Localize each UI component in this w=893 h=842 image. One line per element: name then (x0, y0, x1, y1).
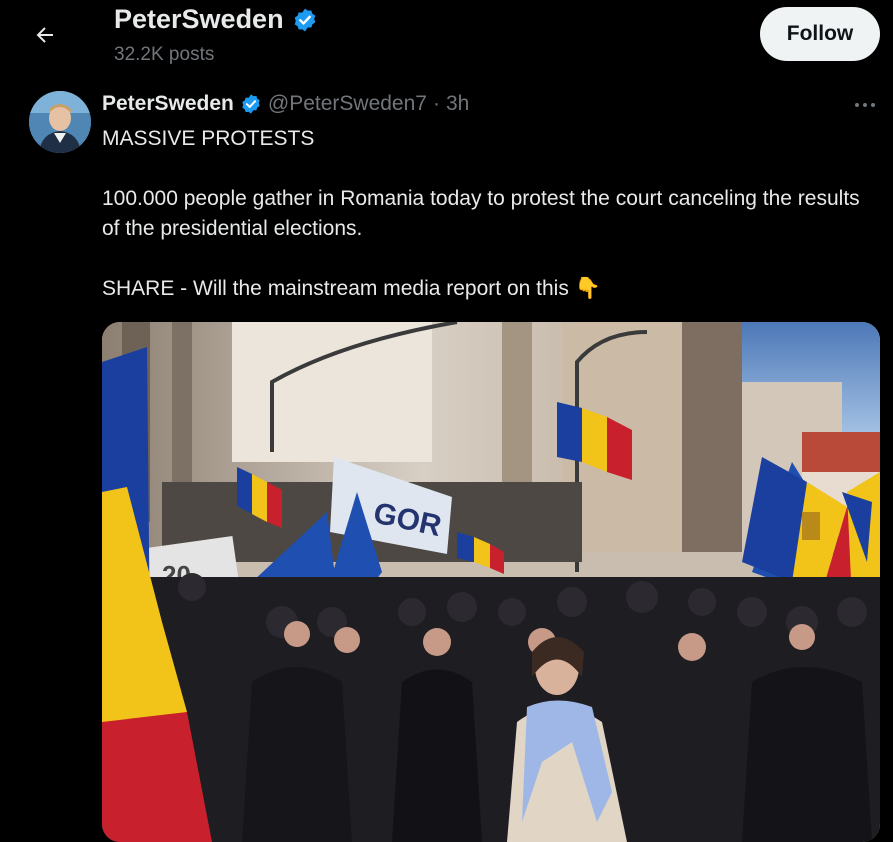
author-name[interactable]: PeterSweden (102, 92, 234, 116)
profile-header: PeterSweden 32.2K posts Follow (0, 0, 893, 78)
page-title: PeterSweden (114, 4, 284, 34)
avatar[interactable] (29, 91, 91, 153)
post-line-share-text: SHARE - Will the mainstream media report… (102, 277, 569, 300)
author-handle[interactable]: @PeterSweden7 (268, 92, 427, 116)
post-line-body: 100.000 people gather in Romania today t… (102, 187, 860, 240)
follow-button[interactable]: Follow (760, 7, 880, 61)
back-button[interactable] (24, 14, 66, 56)
verified-badge-icon (294, 8, 315, 31)
more-horizontal-icon (855, 103, 875, 107)
post-video[interactable]: GOR 20 (102, 322, 880, 842)
header-title-row: PeterSweden (114, 4, 318, 35)
verified-badge-icon (242, 94, 260, 114)
post-line-share: SHARE - Will the mainstream media report… (102, 274, 882, 304)
separator-dot: · (432, 92, 440, 115)
post-body: MASSIVE PROTESTS 100.000 people gather i… (102, 124, 882, 304)
protest-scene: GOR 20 (102, 322, 880, 842)
post-header: PeterSweden @PeterSweden7 · 3h (102, 92, 469, 116)
arrow-left-icon (36, 27, 53, 43)
pointing-down-emoji: 👇 (574, 277, 601, 300)
post-count: 32.2K posts (114, 44, 215, 65)
avatar-image (29, 91, 91, 153)
post-line-headline: MASSIVE PROTESTS (102, 127, 315, 150)
more-button[interactable] (848, 92, 882, 122)
post-time[interactable]: 3h (446, 92, 469, 116)
